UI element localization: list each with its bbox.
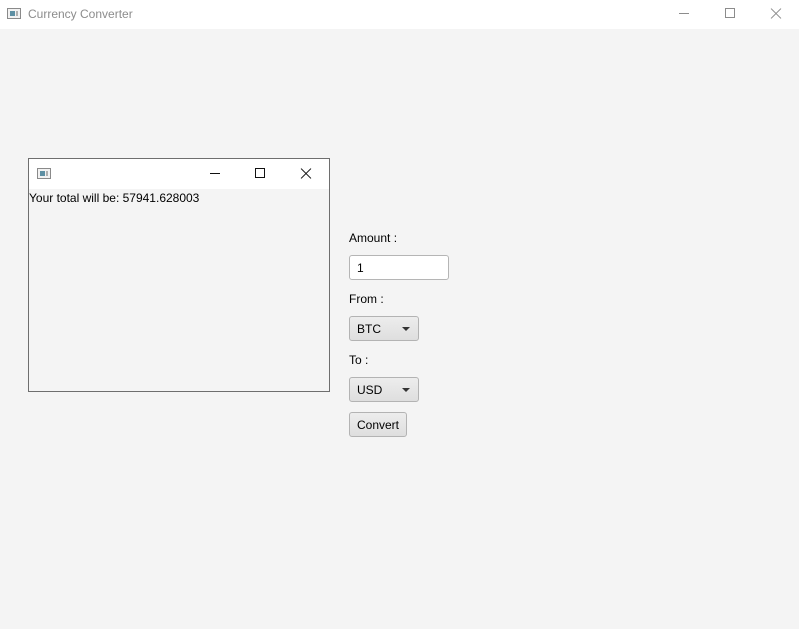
to-label: To :: [349, 353, 369, 367]
from-currency-value: BTC: [357, 322, 381, 336]
maximize-icon: [725, 8, 735, 18]
close-icon: [300, 168, 312, 180]
result-window-app-icon: [37, 168, 51, 179]
window-title: Currency Converter: [28, 7, 133, 21]
to-currency-select[interactable]: USD: [349, 377, 419, 402]
minimize-button[interactable]: [661, 0, 707, 29]
chevron-down-icon: [402, 388, 410, 392]
maximize-icon: [255, 168, 265, 178]
result-window-minimize-button[interactable]: [192, 159, 238, 189]
app-icon: [7, 8, 21, 19]
maximize-button[interactable]: [707, 0, 753, 29]
result-window: Your total will be: 57941.628003: [28, 158, 330, 392]
close-icon: [770, 8, 782, 20]
main-title-bar[interactable]: Currency Converter: [0, 0, 799, 29]
from-currency-select[interactable]: BTC: [349, 316, 419, 341]
minimize-icon: [210, 173, 220, 174]
result-message: Your total will be: 57941.628003: [29, 191, 200, 205]
close-button[interactable]: [753, 0, 799, 29]
to-currency-value: USD: [357, 383, 383, 397]
convert-button[interactable]: Convert: [349, 412, 407, 437]
minimize-icon: [679, 13, 689, 14]
result-window-maximize-button[interactable]: [237, 159, 283, 189]
result-window-close-button[interactable]: [283, 159, 329, 189]
chevron-down-icon: [402, 327, 410, 331]
from-label: From :: [349, 292, 384, 306]
result-window-title-bar[interactable]: [29, 159, 329, 189]
amount-label: Amount :: [349, 231, 398, 245]
amount-input[interactable]: [349, 255, 449, 280]
